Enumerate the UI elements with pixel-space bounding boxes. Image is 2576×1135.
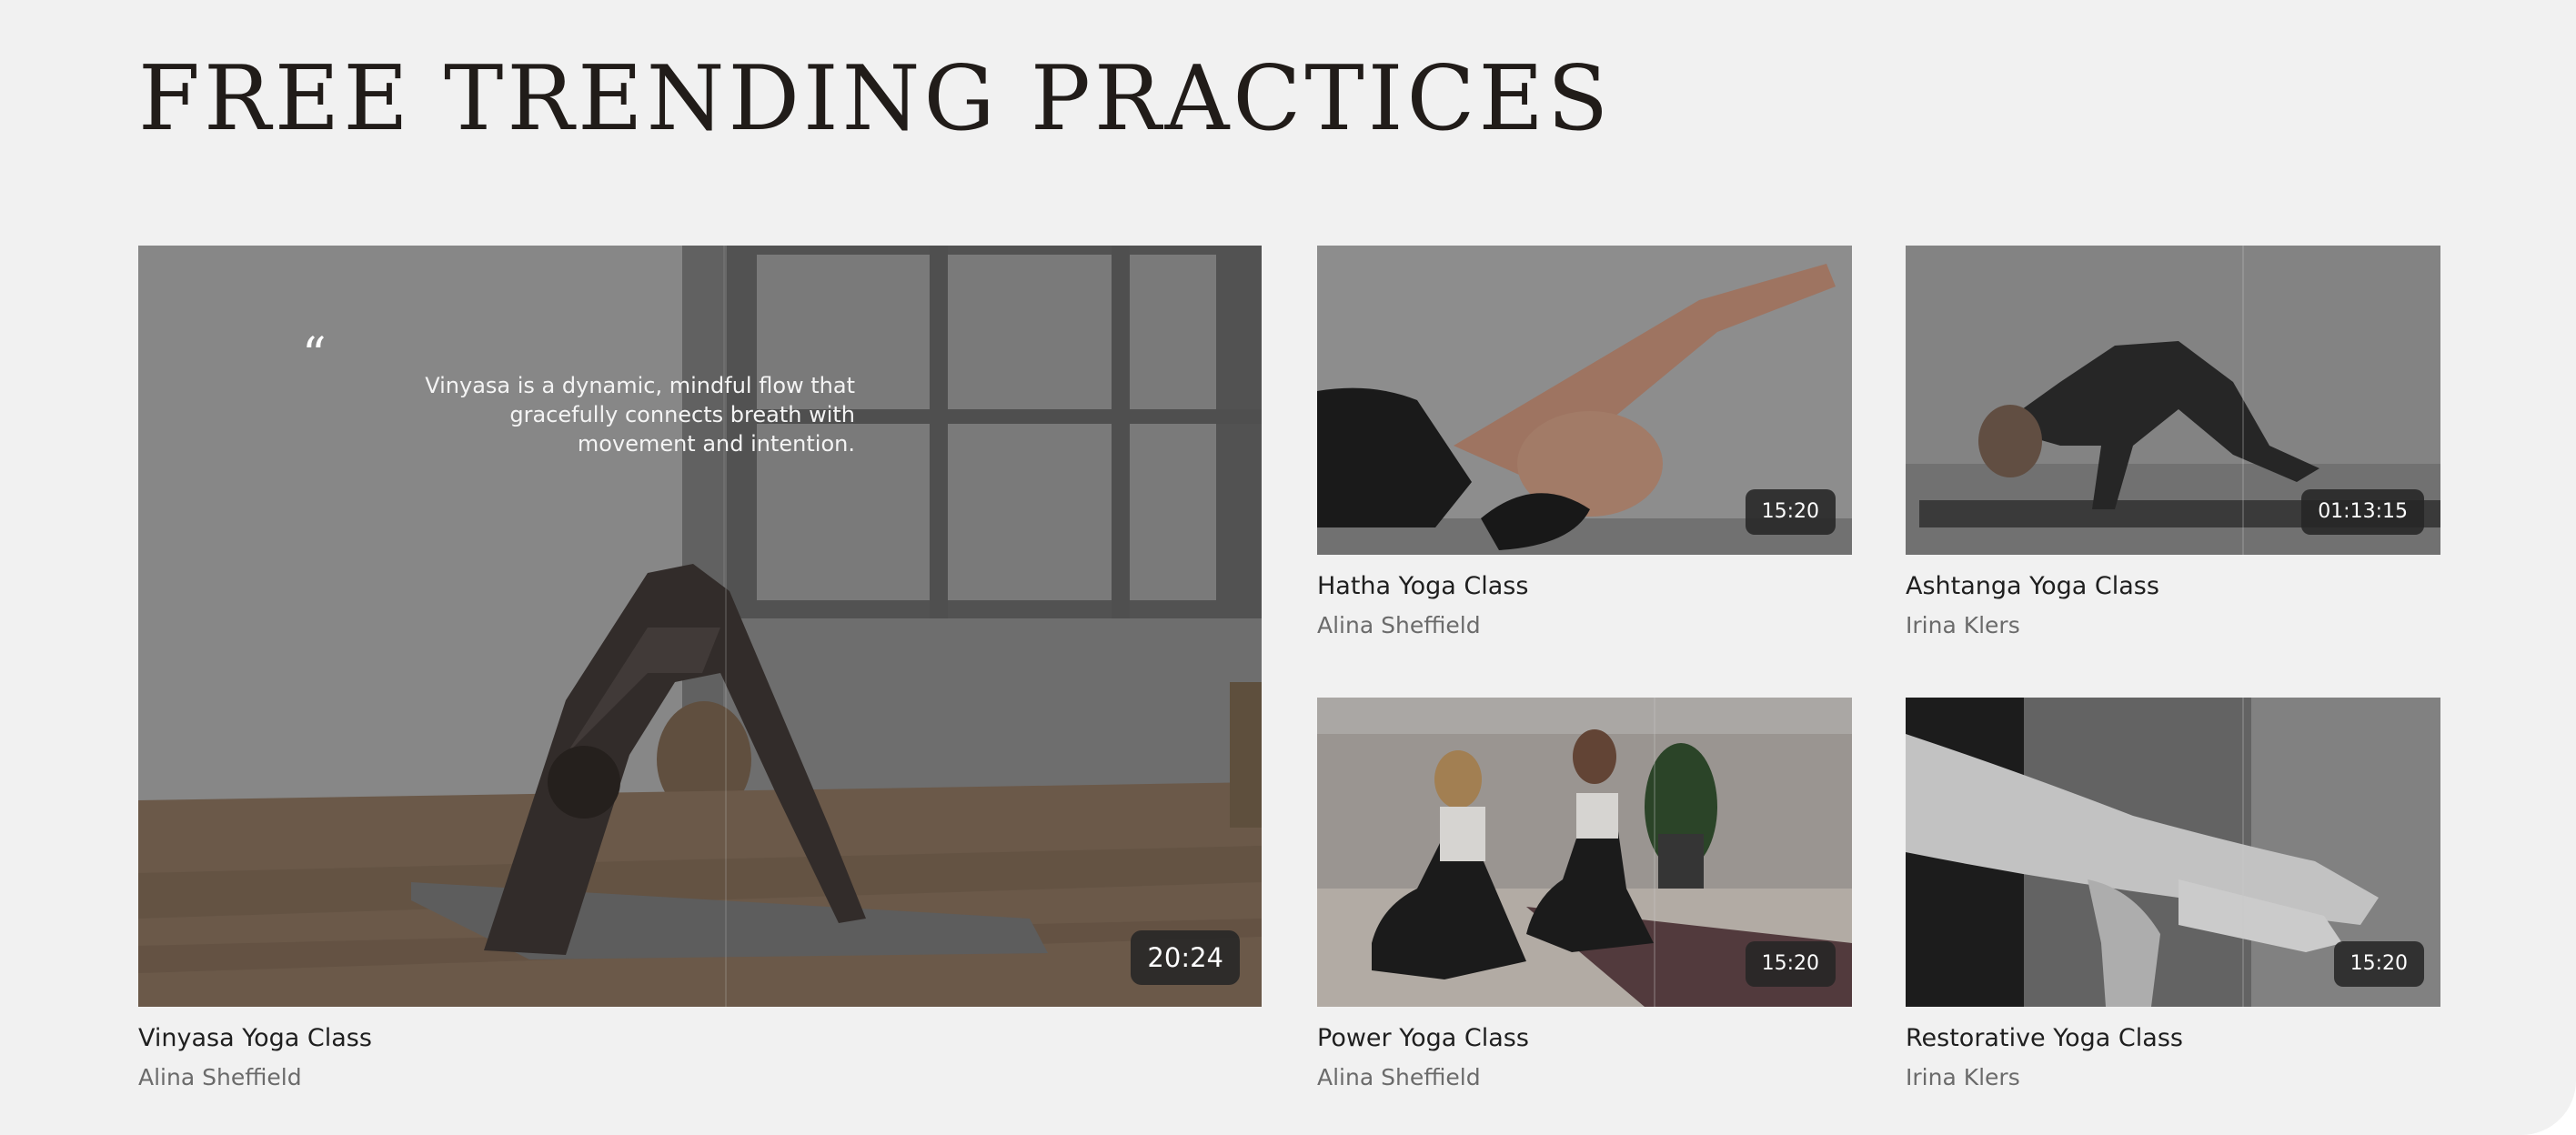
trending-practices-section: FREE TRENDING PRACTICES “ Vinyasa is a d…	[0, 0, 2576, 1135]
video-card[interactable]: 15:20 Restorative Yoga Class Irina Klers	[1906, 698, 2440, 1092]
video-author[interactable]: Irina Klers	[1906, 1063, 2440, 1092]
video-author[interactable]: Alina Sheffield	[1317, 1063, 1852, 1092]
video-card-featured[interactable]: “ Vinyasa is a dynamic, mindful flow tha…	[138, 246, 1262, 1092]
video-author[interactable]: Alina Sheffield	[138, 1063, 1262, 1092]
quote-icon: “	[302, 328, 327, 383]
video-author[interactable]: Irina Klers	[1906, 611, 2440, 640]
duration-badge: 20:24	[1131, 930, 1240, 985]
video-thumbnail[interactable]: 01:13:15	[1906, 246, 2440, 555]
section-title: FREE TRENDING PRACTICES	[138, 47, 1613, 151]
duration-badge: 15:20	[1745, 941, 1836, 987]
video-card[interactable]: 15:20 Hatha Yoga Class Alina Sheffield	[1317, 246, 1852, 640]
video-card[interactable]: 01:13:15 Ashtanga Yoga Class Irina Klers	[1906, 246, 2440, 640]
video-author[interactable]: Alina Sheffield	[1317, 611, 1852, 640]
duration-badge: 15:20	[1745, 489, 1836, 535]
quote-text: Vinyasa is a dynamic, mindful flow that …	[425, 373, 855, 457]
video-title[interactable]: Vinyasa Yoga Class	[138, 1023, 1262, 1054]
video-title[interactable]: Restorative Yoga Class	[1906, 1023, 2440, 1054]
video-title[interactable]: Hatha Yoga Class	[1317, 571, 1852, 602]
video-thumbnail[interactable]: 15:20	[1317, 698, 1852, 1007]
video-thumbnail[interactable]: 15:20	[1906, 698, 2440, 1007]
duration-badge: 01:13:15	[2301, 489, 2424, 535]
video-title[interactable]: Ashtanga Yoga Class	[1906, 571, 2440, 602]
video-thumbnail[interactable]: “ Vinyasa is a dynamic, mindful flow tha…	[138, 246, 1262, 1007]
duration-badge: 15:20	[2333, 941, 2424, 987]
video-card[interactable]: 15:20 Power Yoga Class Alina Sheffield	[1317, 698, 1852, 1092]
video-thumbnail[interactable]: 15:20	[1317, 246, 1852, 555]
video-title[interactable]: Power Yoga Class	[1317, 1023, 1852, 1054]
